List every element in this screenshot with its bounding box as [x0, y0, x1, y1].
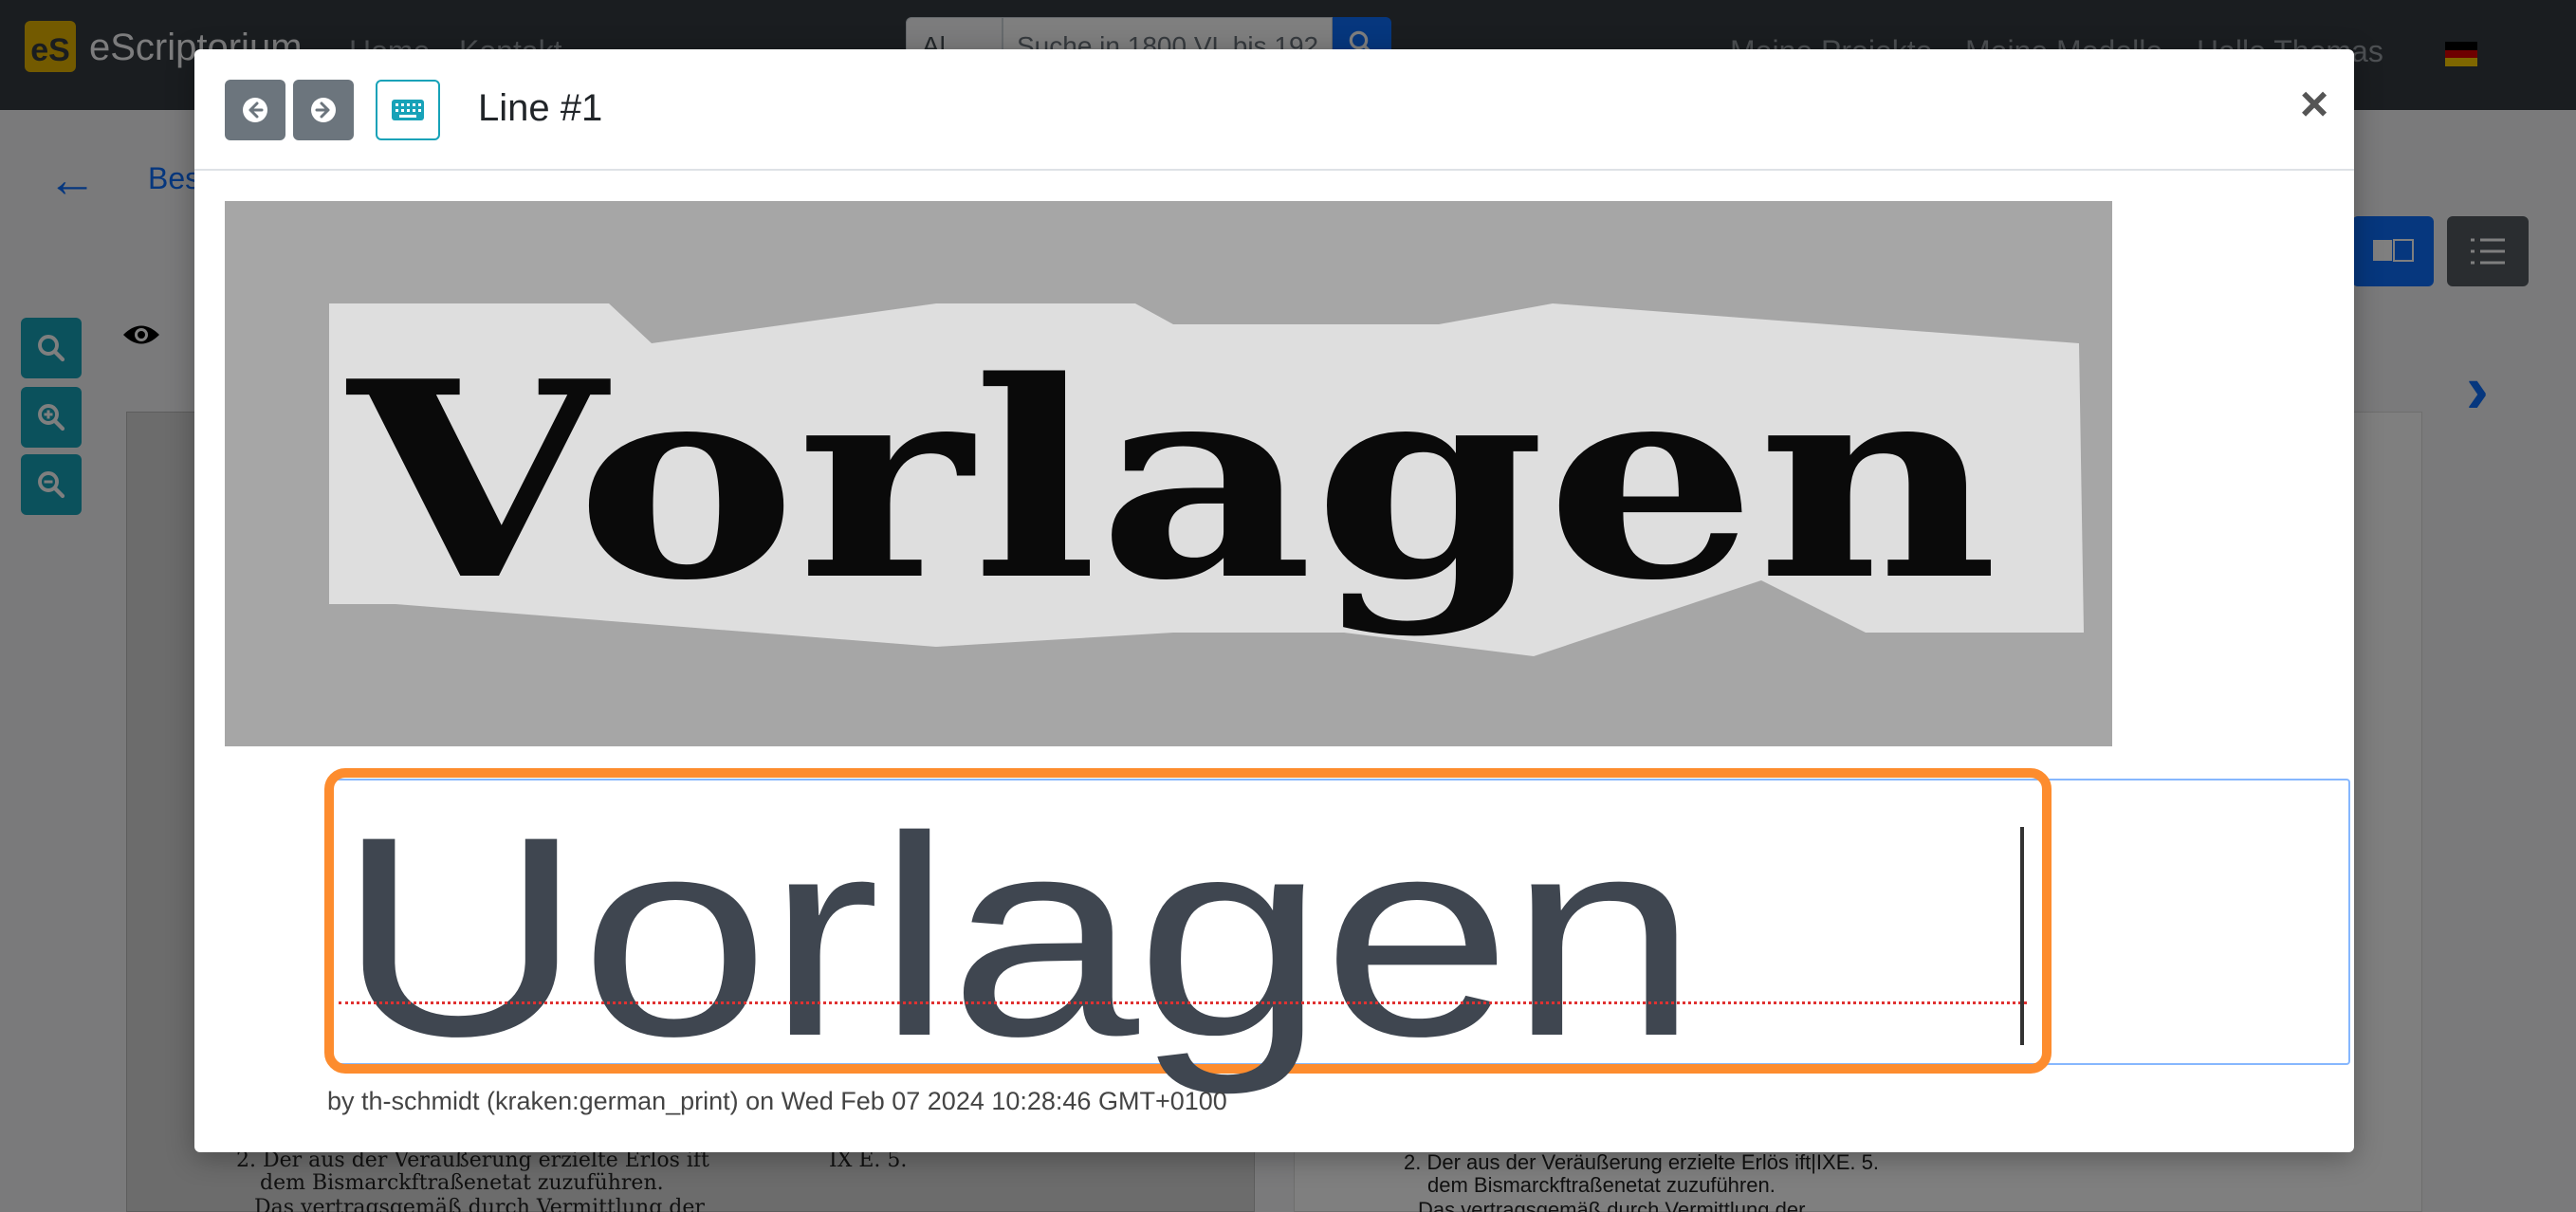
modal-title: Line #1: [478, 87, 603, 129]
transcription-text[interactable]: Uorlagen: [337, 794, 2340, 1078]
arrow-right-circle-icon: [311, 98, 336, 122]
spellcheck-underline: [339, 1001, 2027, 1004]
line-image-text: Vorlagen: [343, 322, 1998, 640]
keyboard-icon: [392, 100, 424, 120]
line-crop-image: Vorlagen: [225, 201, 2112, 746]
virtual-keyboard-button[interactable]: [376, 80, 440, 140]
modal-header: Line #1 ×: [194, 49, 2354, 171]
next-line-button[interactable]: [293, 80, 354, 140]
text-caret: [2020, 827, 2024, 1045]
transcription-metadata: by th-schmidt (kraken:german_print) on W…: [327, 1087, 1227, 1115]
line-image: Vorlagen: [225, 201, 2112, 746]
previous-line-button[interactable]: [225, 80, 285, 140]
close-icon[interactable]: ×: [2291, 80, 2338, 131]
line-edit-modal: Line #1 × Vorlagen Uorlagen by th-schmid…: [194, 49, 2354, 1152]
arrow-left-circle-icon: [243, 98, 267, 122]
